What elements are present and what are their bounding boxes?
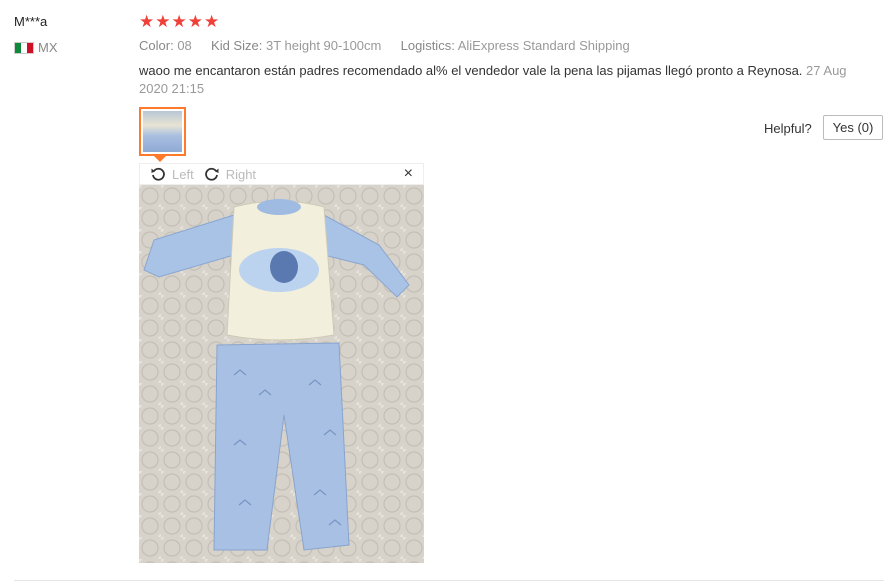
star-rating: ★ ★ ★ ★ ★	[139, 12, 219, 32]
rotate-right-label: Right	[225, 166, 257, 182]
star-icon: ★	[155, 12, 171, 31]
rotate-left-button[interactable]: Left	[150, 166, 194, 182]
thumbnail-image	[143, 111, 182, 152]
property-key: Logistics:	[400, 38, 455, 53]
star-icon: ★	[204, 12, 220, 31]
property-key: Kid Size:	[211, 38, 263, 53]
review-divider	[14, 580, 884, 581]
pajama-photo	[139, 185, 424, 563]
property-value: 3T height 90-100cm	[265, 38, 382, 53]
country-code: MX	[38, 40, 58, 55]
star-icon: ★	[187, 12, 203, 31]
helpful-yes-button[interactable]: Yes (0)	[823, 115, 883, 140]
review-text: waoo me encantaron están padres recomend…	[139, 63, 803, 78]
property-key: Color:	[139, 38, 174, 53]
helpful-label: Helpful?	[764, 121, 812, 136]
photo-viewer-toolbar: Left Right ×	[139, 163, 424, 185]
star-icon: ★	[139, 12, 155, 31]
thumbnail-selected-caret	[154, 156, 166, 162]
review-body: waoo me encantaron están padres recomend…	[139, 62, 869, 98]
rotate-right-button[interactable]: Right	[204, 166, 256, 182]
rotate-left-icon	[151, 167, 165, 181]
order-properties: Color: 08 Kid Size: 3T height 90-100cm L…	[139, 38, 630, 53]
close-icon[interactable]: ×	[404, 165, 413, 183]
reviewer-country: MX	[14, 40, 58, 55]
property-value: 08	[177, 38, 192, 53]
reviewer-name: M***a	[14, 14, 48, 29]
rotate-right-icon	[204, 167, 219, 181]
mexico-flag-icon	[14, 41, 34, 54]
rotate-left-label: Left	[172, 166, 194, 182]
property-value: AliExpress Standard Shipping	[457, 38, 630, 53]
review-photo-thumbnail[interactable]	[139, 107, 186, 156]
star-icon: ★	[171, 12, 187, 31]
review-photo-large	[139, 185, 424, 563]
